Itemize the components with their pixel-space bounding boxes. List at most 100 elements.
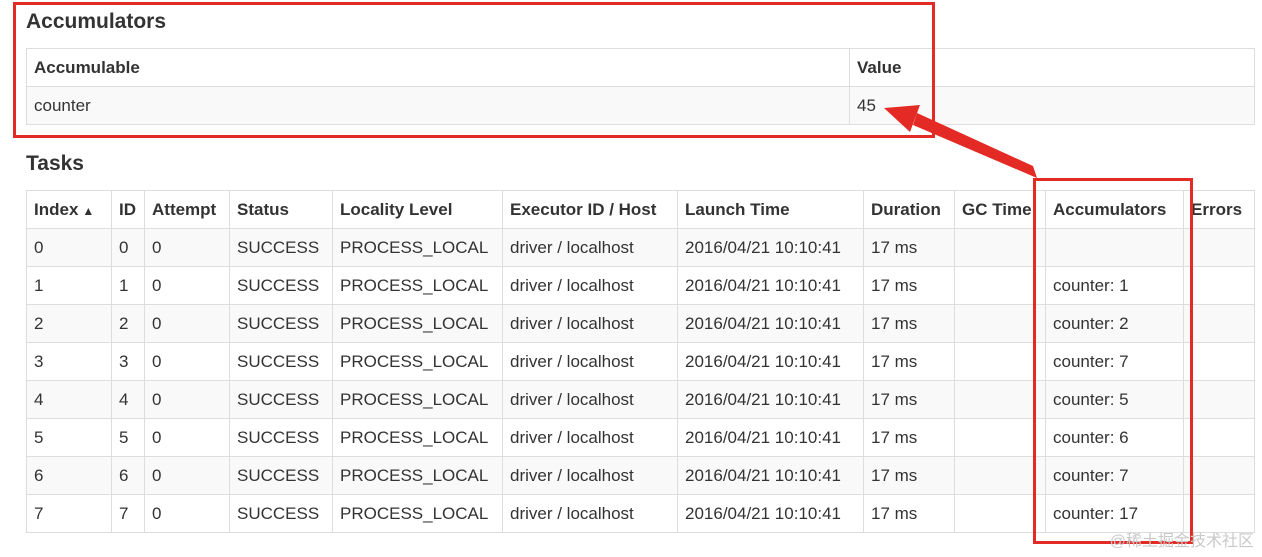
task-executor-cell: driver / localhost — [502, 342, 678, 381]
task-id-cell: 2 — [111, 304, 145, 343]
task-status-cell: SUCCESS — [229, 342, 333, 381]
task-gc-time-cell — [954, 342, 1046, 381]
task-locality-cell: PROCESS_LOCAL — [332, 456, 503, 495]
executor-column-header[interactable]: Executor ID / Host — [502, 190, 678, 229]
task-row: 5 5 0 SUCCESS PROCESS_LOCAL driver / localhos… — [26, 418, 1255, 457]
accumulator-value: 45 — [849, 86, 1255, 125]
task-errors-cell — [1183, 266, 1255, 305]
index-column-header[interactable]: Index ▲ — [26, 190, 112, 229]
task-executor-cell: driver / localhost — [502, 494, 678, 533]
accumulator-row: counter 45 — [26, 86, 1255, 125]
task-launch-time-cell: 2016/04/21 10:10:41 — [677, 266, 864, 305]
task-id-cell: 6 — [111, 456, 145, 495]
task-index-cell: 1 — [26, 266, 112, 305]
launch-time-column-header[interactable]: Launch Time — [677, 190, 864, 229]
task-index-cell: 4 — [26, 380, 112, 419]
task-accumulators-cell: counter: 6 — [1045, 418, 1184, 457]
task-gc-time-cell — [954, 380, 1046, 419]
value-column-header: Value — [849, 48, 1255, 87]
attempt-column-header[interactable]: Attempt — [144, 190, 230, 229]
task-executor-cell: driver / localhost — [502, 456, 678, 495]
task-executor-cell: driver / localhost — [502, 228, 678, 267]
task-locality-cell: PROCESS_LOCAL — [332, 266, 503, 305]
task-errors-cell — [1183, 418, 1255, 457]
task-duration-cell: 17 ms — [863, 456, 955, 495]
task-id-cell: 0 — [111, 228, 145, 267]
task-status-cell: SUCCESS — [229, 304, 333, 343]
task-launch-time-cell: 2016/04/21 10:10:41 — [677, 494, 864, 533]
status-column-header[interactable]: Status — [229, 190, 333, 229]
task-attempt-cell: 0 — [144, 228, 230, 267]
task-accumulators-cell: counter: 2 — [1045, 304, 1184, 343]
task-status-cell: SUCCESS — [229, 228, 333, 267]
task-attempt-cell: 0 — [144, 418, 230, 457]
task-executor-cell: driver / localhost — [502, 266, 678, 305]
task-index-cell: 3 — [26, 342, 112, 381]
accumulators-column-header[interactable]: Accumulators — [1045, 190, 1184, 229]
task-row: 6 6 0 SUCCESS PROCESS_LOCAL driver / localhos… — [26, 456, 1255, 495]
task-row: 7 7 0 SUCCESS PROCESS_LOCAL driver / localhos… — [26, 494, 1255, 533]
task-gc-time-cell — [954, 304, 1046, 343]
task-errors-cell — [1183, 228, 1255, 267]
task-index-cell: 7 — [26, 494, 112, 533]
task-row: 3 3 0 SUCCESS PROCESS_LOCAL driver / localhos… — [26, 342, 1255, 381]
watermark: @稀土掘金技术社区 — [1109, 533, 1254, 550]
task-gc-time-cell — [954, 494, 1046, 533]
task-duration-cell: 17 ms — [863, 418, 955, 457]
task-launch-time-cell: 2016/04/21 10:10:41 — [677, 342, 864, 381]
id-column-header[interactable]: ID — [111, 190, 145, 229]
task-locality-cell: PROCESS_LOCAL — [332, 380, 503, 419]
accumulators-table: Accumulable Value counter 45 — [26, 48, 1255, 125]
accumulable-column-header: Accumulable — [26, 48, 850, 87]
task-status-cell: SUCCESS — [229, 456, 333, 495]
task-gc-time-cell — [954, 418, 1046, 457]
accumulator-name: counter — [26, 86, 850, 125]
tasks-table-body: 0 0 0 SUCCESS PROCESS_LOCAL driver / localhos… — [26, 228, 1255, 533]
task-errors-cell — [1183, 456, 1255, 495]
task-accumulators-cell: counter: 1 — [1045, 266, 1184, 305]
task-row: 4 4 0 SUCCESS PROCESS_LOCAL driver / localhos… — [26, 380, 1255, 419]
tasks-heading: Tasks — [26, 152, 84, 175]
task-id-cell: 1 — [111, 266, 145, 305]
task-locality-cell: PROCESS_LOCAL — [332, 228, 503, 267]
task-status-cell: SUCCESS — [229, 380, 333, 419]
task-launch-time-cell: 2016/04/21 10:10:41 — [677, 380, 864, 419]
index-header-label: Index — [34, 199, 79, 219]
gc-time-column-header[interactable]: GC Time — [954, 190, 1046, 229]
task-accumulators-cell: counter: 5 — [1045, 380, 1184, 419]
spark-stage-page: Accumulators Accumulable Value counter 4… — [0, 0, 1262, 557]
task-id-cell: 4 — [111, 380, 145, 419]
task-id-cell: 7 — [111, 494, 145, 533]
task-gc-time-cell — [954, 456, 1046, 495]
task-id-cell: 5 — [111, 418, 145, 457]
task-executor-cell: driver / localhost — [502, 380, 678, 419]
locality-column-header[interactable]: Locality Level — [332, 190, 503, 229]
task-launch-time-cell: 2016/04/21 10:10:41 — [677, 228, 864, 267]
task-index-cell: 2 — [26, 304, 112, 343]
task-index-cell: 6 — [26, 456, 112, 495]
task-locality-cell: PROCESS_LOCAL — [332, 418, 503, 457]
task-launch-time-cell: 2016/04/21 10:10:41 — [677, 456, 864, 495]
task-attempt-cell: 0 — [144, 304, 230, 343]
errors-column-header[interactable]: Errors — [1183, 190, 1255, 229]
task-index-cell: 5 — [26, 418, 112, 457]
tasks-table: Index ▲ ID Attempt Status Locality Level … — [26, 190, 1255, 533]
task-accumulators-cell: counter: 7 — [1045, 456, 1184, 495]
task-index-cell: 0 — [26, 228, 112, 267]
task-launch-time-cell: 2016/04/21 10:10:41 — [677, 418, 864, 457]
accumulators-heading: Accumulators — [26, 10, 167, 33]
task-id-cell: 3 — [111, 342, 145, 381]
task-accumulators-cell: counter: 7 — [1045, 342, 1184, 381]
task-attempt-cell: 0 — [144, 380, 230, 419]
task-errors-cell — [1183, 342, 1255, 381]
task-row: 1 1 0 SUCCESS PROCESS_LOCAL driver / localhos… — [26, 266, 1255, 305]
task-duration-cell: 17 ms — [863, 494, 955, 533]
task-status-cell: SUCCESS — [229, 266, 333, 305]
task-status-cell: SUCCESS — [229, 418, 333, 457]
task-gc-time-cell — [954, 228, 1046, 267]
task-attempt-cell: 0 — [144, 494, 230, 533]
duration-column-header[interactable]: Duration — [863, 190, 955, 229]
task-gc-time-cell — [954, 266, 1046, 305]
sort-ascending-icon: ▲ — [82, 203, 95, 218]
task-errors-cell — [1183, 304, 1255, 343]
